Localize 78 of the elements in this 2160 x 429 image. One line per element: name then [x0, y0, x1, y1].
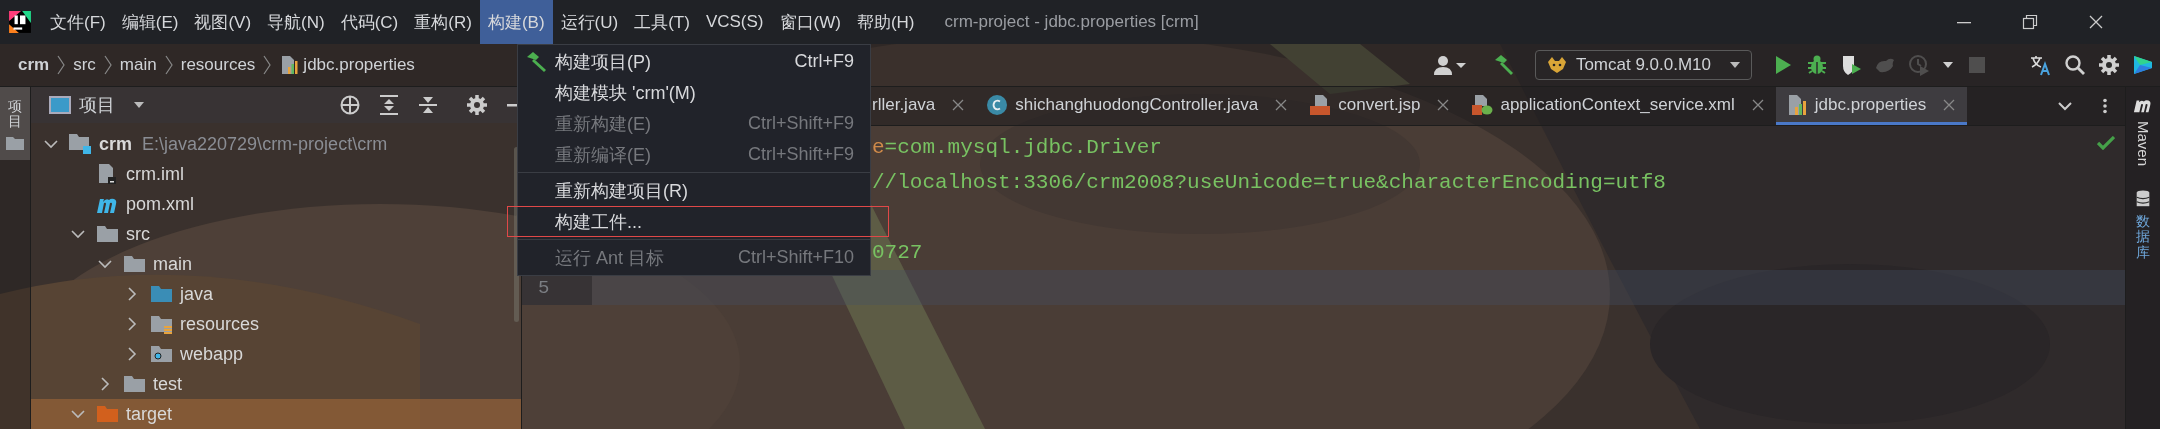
- module-folder-icon: [69, 133, 93, 155]
- menu-item[interactable]: 工具(T): [626, 0, 698, 44]
- jsp-file-icon: [1309, 93, 1332, 116]
- expand-all-icon[interactable]: [378, 94, 400, 116]
- locate-icon[interactable]: [339, 94, 361, 116]
- caret-icon: [1942, 61, 1954, 69]
- code-line: //localhost:3306/crm2008?useUnicode=true&characterEncoding=utf8: [872, 171, 1666, 194]
- tool-window-tab[interactable]: 数据库: [2133, 180, 2153, 275]
- folder-icon: [123, 373, 147, 395]
- xml-file-icon: [1471, 93, 1494, 116]
- menu-item[interactable]: 导航(N): [259, 0, 333, 44]
- tree-row[interactable]: main: [31, 249, 521, 279]
- folder-icon: [150, 283, 174, 305]
- close-icon[interactable]: [1437, 98, 1450, 111]
- menu-item[interactable]: 编辑(E): [113, 0, 187, 44]
- menu-item[interactable]: 运行(U): [552, 0, 627, 44]
- menu-item[interactable]: VCS(S): [697, 0, 772, 44]
- breadcrumb-item[interactable]: resources: [180, 55, 256, 75]
- window-icon: [49, 96, 71, 114]
- chevron-icon: [164, 55, 173, 75]
- breadcrumb-item[interactable]: src: [73, 55, 96, 75]
- menu-item[interactable]: 文件(F): [42, 0, 114, 44]
- close-icon[interactable]: [1275, 98, 1288, 111]
- menu-item[interactable]: 构建项目(P) Ctrl+F9: [518, 46, 870, 77]
- folder-icon: [96, 223, 120, 245]
- breadcrumb-item[interactable]: jdbc.properties: [279, 55, 415, 75]
- menu-item[interactable]: 视图(V): [186, 0, 260, 44]
- run-config-dropdown[interactable]: Tomcat 9.0.0.M10: [1534, 50, 1752, 80]
- tool-window-tab[interactable]: 项目: [0, 87, 30, 160]
- chevron-icon: [57, 55, 66, 75]
- maven-icon: [2133, 97, 2153, 115]
- menu-item[interactable]: 构建模块 'crm'(M): [518, 77, 870, 108]
- editor-tab[interactable]: shichanghuodongController.java: [976, 87, 1300, 125]
- code-line: e=com.mysql.jdbc.Driver: [872, 136, 1162, 159]
- menu-item[interactable]: 窗口(W): [771, 0, 849, 44]
- menu-item[interactable]: 重新构建项目(R): [518, 175, 870, 206]
- close-icon[interactable]: [2088, 14, 2104, 30]
- tree-row[interactable]: crm.iml: [31, 159, 521, 189]
- caret-icon: [133, 101, 145, 109]
- breadcrumb-item[interactable]: main: [119, 55, 157, 75]
- tree-row[interactable]: target: [31, 399, 521, 429]
- menu-item[interactable]: 重构(R): [406, 0, 480, 44]
- editor-tab[interactable]: jdbc.properties: [1775, 87, 1968, 125]
- window-title: crm-project - jdbc.properties [crm]: [944, 12, 1199, 32]
- menu-item[interactable]: 代码(C): [332, 0, 407, 44]
- chevron-icon: [103, 55, 112, 75]
- chevron-icon: [263, 55, 272, 75]
- class-icon: [986, 93, 1009, 116]
- tree-row[interactable]: resources: [31, 309, 521, 339]
- person-icon: [1432, 54, 1467, 76]
- project-view-dropdown[interactable]: 项目: [49, 93, 145, 117]
- folder-icon: [96, 403, 120, 425]
- tree-row[interactable]: pom.xml: [31, 189, 521, 219]
- editor-tab[interactable]: convert.jsp: [1299, 87, 1462, 125]
- tree-row[interactable]: test: [31, 369, 521, 399]
- app-logo-icon: [8, 10, 32, 34]
- web-folder-icon: [150, 343, 174, 365]
- menu-item[interactable]: 帮助(H): [848, 0, 923, 44]
- menu-item[interactable]: 构建工件...: [518, 206, 870, 237]
- menu-item[interactable]: 构建(B): [479, 0, 553, 44]
- tree-row[interactable]: src: [31, 219, 521, 249]
- tree-row[interactable]: crm E:\java220729\crm-project\crm: [31, 129, 521, 159]
- breadcrumb-item[interactable]: crm: [18, 55, 50, 75]
- restore-icon[interactable]: [2022, 14, 2038, 30]
- tree-row[interactable]: java: [31, 279, 521, 309]
- tool-window-tab[interactable]: Maven: [2133, 87, 2153, 181]
- settings-button[interactable]: [2098, 52, 2120, 78]
- collapse-all-icon[interactable]: [417, 94, 439, 116]
- hammer-icon: [525, 50, 548, 73]
- editor-tab[interactable]: applicationContext_service.xml: [1461, 87, 1776, 125]
- properties-file-icon: [279, 55, 300, 75]
- settings-icon[interactable]: [466, 94, 488, 116]
- caret-icon: [1729, 61, 1741, 69]
- code-line: 0727: [872, 241, 923, 264]
- tree-row[interactable]: webapp: [31, 339, 521, 369]
- close-icon[interactable]: [1751, 98, 1764, 111]
- line-number: 5: [538, 276, 550, 299]
- resources-folder-icon: [150, 313, 174, 335]
